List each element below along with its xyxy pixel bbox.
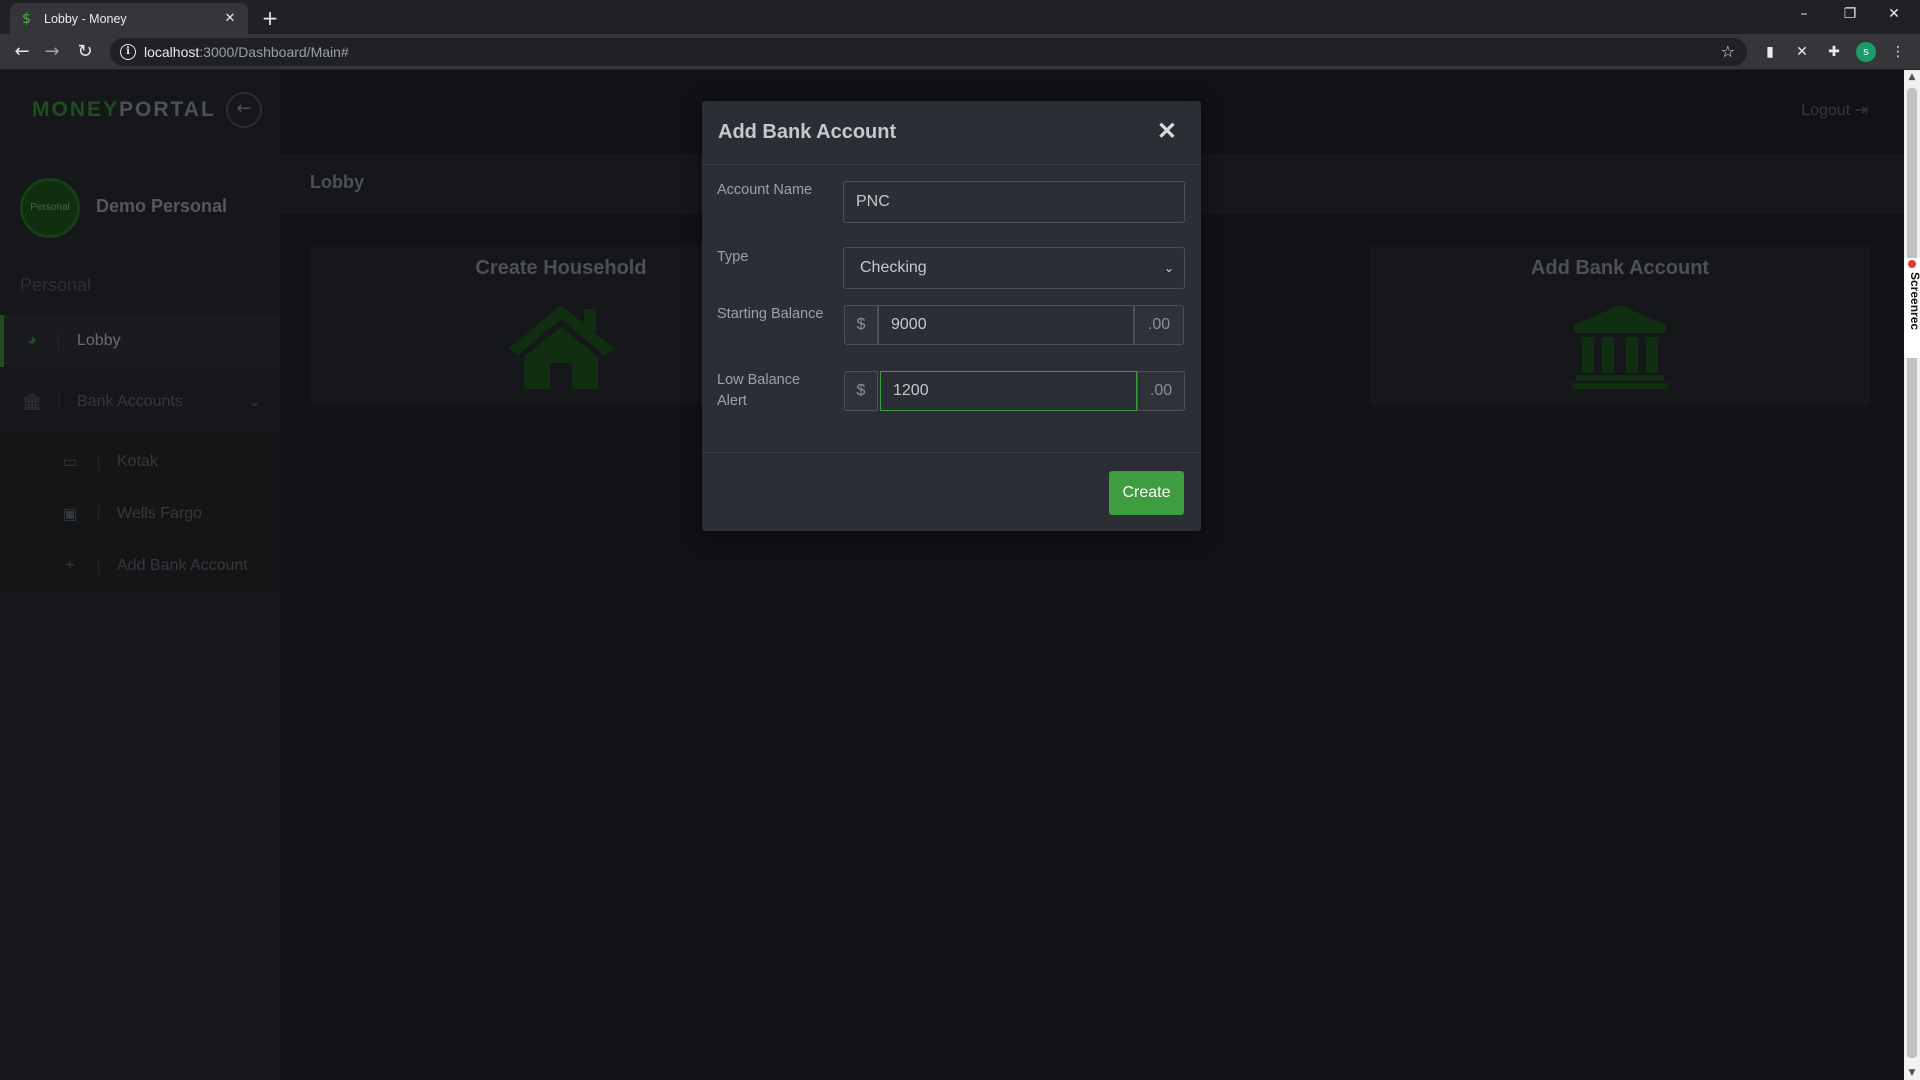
new-tab-button[interactable]: + (258, 7, 282, 31)
profile-avatar[interactable]: s (1856, 42, 1876, 62)
browser-menu-icon[interactable]: ⋮ (1888, 42, 1908, 62)
extension-x-icon[interactable]: ✕ (1792, 42, 1812, 62)
record-dot-icon (1908, 260, 1916, 268)
screenrec-widget[interactable]: Screenrec (1904, 258, 1920, 358)
type-label: Type (717, 249, 749, 265)
site-info-icon[interactable]: i (120, 44, 136, 60)
scroll-up-icon[interactable]: ▲ (1904, 72, 1920, 82)
create-button[interactable]: Create (1109, 471, 1184, 515)
browser-tabstrip: $ Lobby - Money ✕ + – ❐ ✕ (0, 0, 1920, 34)
restore-icon[interactable]: ❐ (1828, 0, 1872, 30)
add-bank-account-modal: Add Bank Account ✕ Account Name PNC Type… (702, 101, 1201, 531)
low-balance-alert-field[interactable]: 1200 (880, 371, 1137, 411)
address-bar[interactable]: i localhost:3000/Dashboard/Main# ☆ (110, 38, 1747, 66)
cents-suffix: .00 (1134, 305, 1184, 345)
modal-header: Add Bank Account ✕ (702, 101, 1201, 165)
back-icon[interactable]: ← (10, 40, 34, 64)
bookmark-star-icon[interactable]: ☆ (1721, 42, 1735, 61)
chevron-down-icon: ⌄ (1163, 261, 1174, 275)
tab-title: Lobby - Money (44, 11, 127, 26)
low-balance-alert-label: Low Balance Alert (717, 372, 801, 409)
forward-icon[interactable]: → (40, 40, 64, 64)
starting-balance-field[interactable]: 9000 (878, 305, 1134, 345)
account-name-field[interactable]: PNC (843, 181, 1185, 223)
window-close-icon[interactable]: ✕ (1872, 0, 1916, 30)
reload-icon[interactable]: ↻ (73, 40, 97, 64)
type-select[interactable]: Checking ⌄ (843, 247, 1185, 289)
browser-tab[interactable]: $ Lobby - Money ✕ (10, 3, 248, 34)
scrollbar-thumb[interactable] (1907, 88, 1917, 1058)
cents-suffix: .00 (1137, 371, 1185, 411)
close-icon[interactable]: ✕ (1157, 117, 1177, 146)
modal-title: Add Bank Account (718, 121, 897, 143)
currency-prefix: $ (844, 305, 878, 345)
modal-footer-divider (702, 452, 1201, 453)
currency-prefix: $ (844, 371, 878, 411)
minimize-icon[interactable]: – (1782, 0, 1826, 30)
url-text: localhost:3000/Dashboard/Main# (144, 44, 349, 60)
browser-toolbar: ← → ↻ i localhost:3000/Dashboard/Main# ☆… (0, 34, 1920, 70)
account-name-label: Account Name (717, 182, 813, 198)
extension-icon[interactable]: ▮ (1760, 42, 1780, 62)
puzzle-extensions-icon[interactable]: ✚ (1824, 42, 1844, 62)
dollar-favicon-icon: $ (22, 10, 31, 27)
screenrec-label: Screenrec (1908, 272, 1920, 331)
scroll-down-icon[interactable]: ▼ (1904, 1068, 1920, 1078)
tab-close-icon[interactable]: ✕ (222, 11, 238, 26)
page-scrollbar[interactable]: ▲ ▼ (1904, 70, 1920, 1080)
starting-balance-label: Starting Balance (717, 306, 824, 322)
